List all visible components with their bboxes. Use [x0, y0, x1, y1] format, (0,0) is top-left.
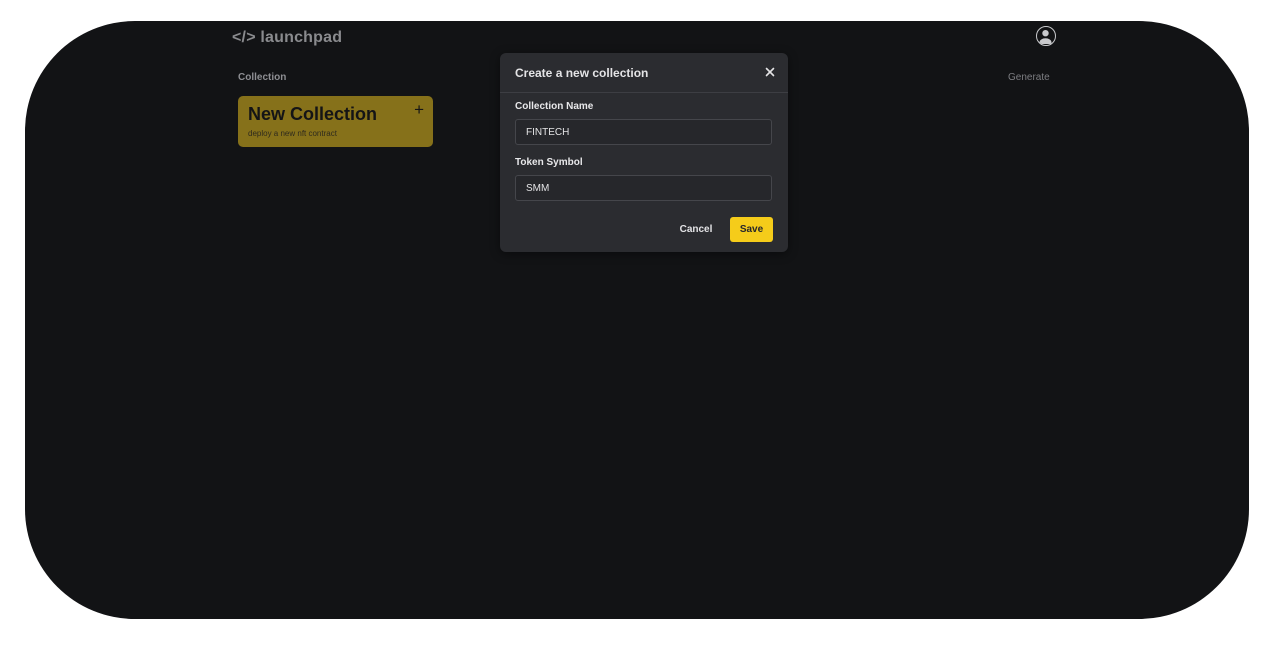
close-x-icon [765, 67, 775, 77]
close-icon[interactable] [763, 65, 777, 79]
plus-icon: + [414, 100, 424, 119]
collection-name-label: Collection Name [515, 101, 594, 112]
new-collection-subtitle: deploy a new nft contract [248, 129, 337, 138]
create-collection-modal: Create a new collection Collection Name … [500, 53, 788, 252]
save-button[interactable]: Save [730, 217, 773, 242]
nav-generate-link[interactable]: Generate [1008, 72, 1050, 83]
token-symbol-label: Token Symbol [515, 157, 583, 168]
user-circle-icon [1039, 30, 1052, 44]
new-collection-card[interactable]: New Collection deploy a new nft contract… [238, 96, 433, 147]
user-avatar-icon[interactable] [1036, 26, 1056, 46]
collection-name-input[interactable] [515, 119, 772, 145]
new-collection-title: New Collection [248, 104, 378, 124]
app-screen: </> launchpad Collection Generate New Co… [25, 21, 1249, 619]
modal-header: Create a new collection [500, 53, 788, 93]
nav-collection-link[interactable]: Collection [238, 72, 286, 83]
token-symbol-input[interactable] [515, 175, 772, 201]
cancel-button[interactable]: Cancel [676, 217, 716, 242]
modal-title: Create a new collection [515, 66, 649, 80]
app-logo[interactable]: </> launchpad [232, 29, 342, 47]
